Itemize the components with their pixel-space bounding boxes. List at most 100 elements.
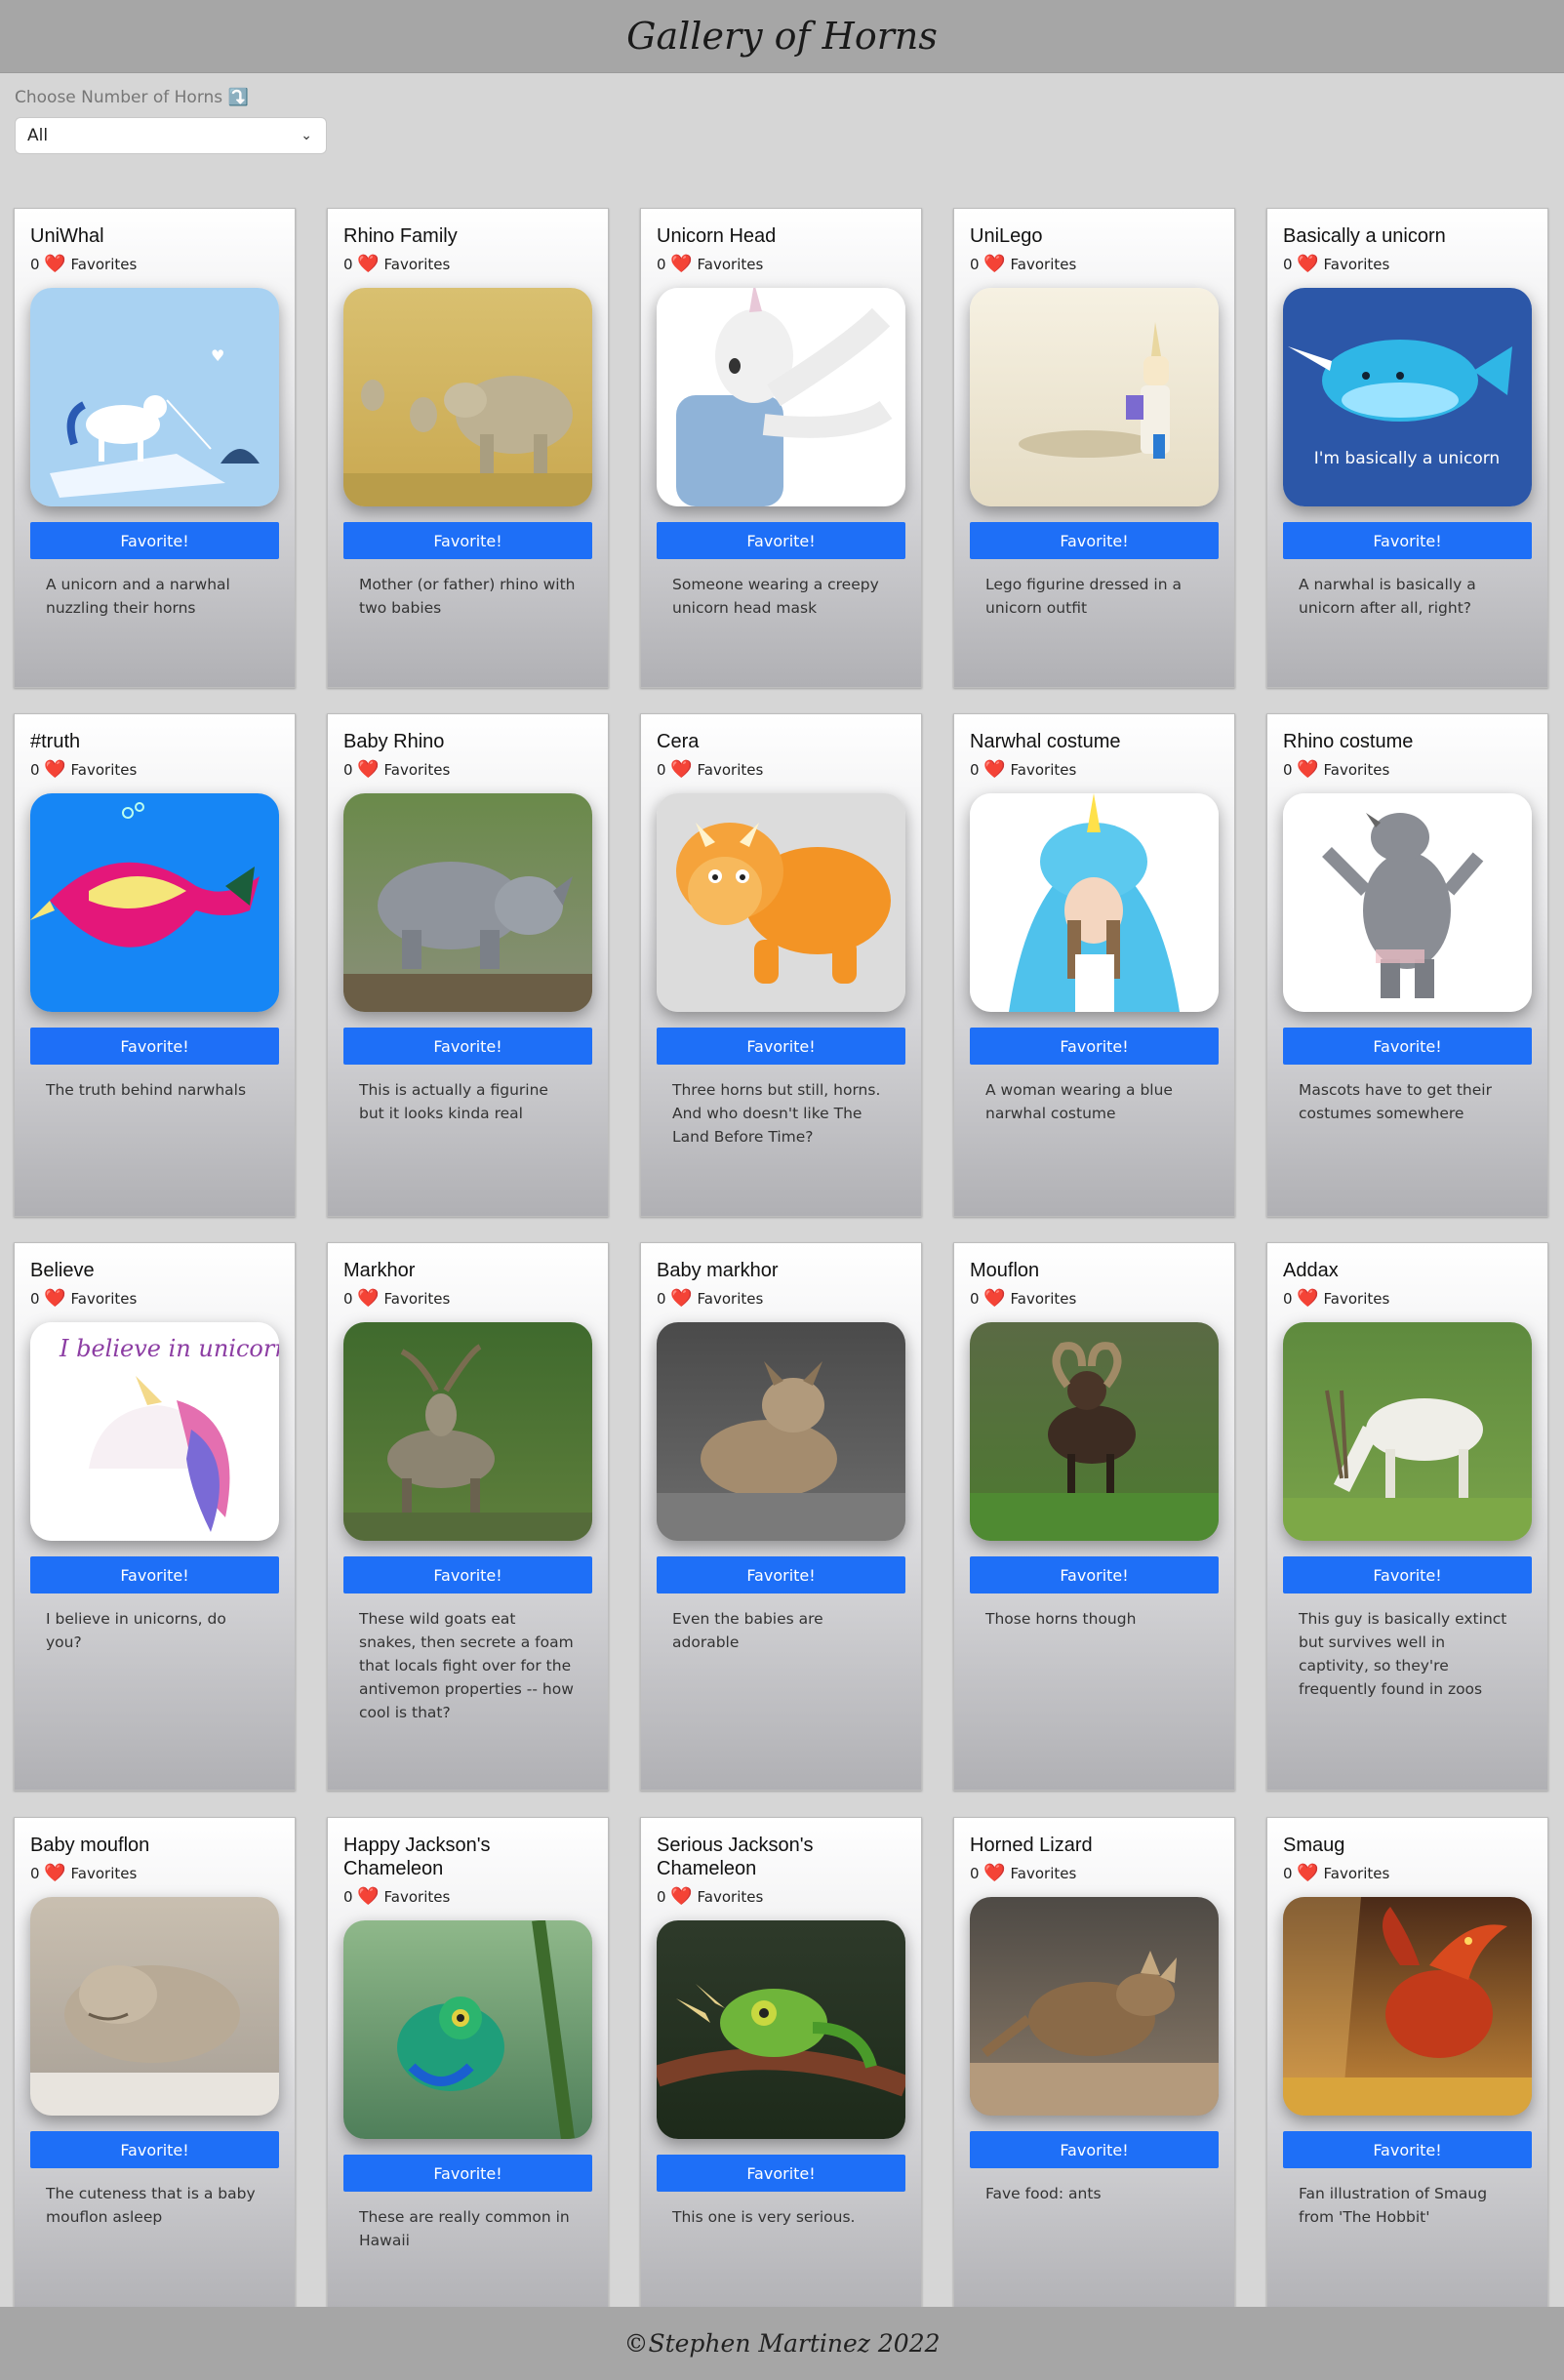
horn-image[interactable]: [343, 1322, 592, 1541]
favorite-number: 0: [970, 1865, 980, 1882]
horn-image[interactable]: ♥: [30, 288, 279, 506]
horn-card: Baby markhor 0 ❤️ Favorites Favorite! Ev…: [640, 1242, 922, 1791]
favorites-label: Favorites: [697, 1290, 764, 1308]
horn-card: #truth 0 ❤️ Favorites Favorite! The trut…: [14, 713, 296, 1217]
page-title: Gallery of Horns: [626, 15, 938, 58]
favorites-label: Favorites: [697, 1888, 764, 1906]
heart-icon: ❤️: [44, 1863, 66, 1883]
favorite-button[interactable]: Favorite!: [657, 1556, 905, 1593]
horn-card: Smaug 0 ❤️ Favorites Favorite! Fan illus…: [1266, 1817, 1548, 2320]
favorite-number: 0: [657, 1888, 666, 1906]
horn-image[interactable]: [970, 1897, 1219, 2116]
favorites-label: Favorites: [1010, 761, 1077, 779]
horn-image[interactable]: I believe in unicorns: [30, 1322, 279, 1541]
favorite-button[interactable]: Favorite!: [343, 522, 592, 559]
card-description: Fan illustration of Smaug from 'The Hobb…: [1299, 2185, 1488, 2226]
favorite-button[interactable]: Favorite!: [1283, 1556, 1532, 1593]
card-title: Unicorn Head: [657, 225, 777, 247]
favorite-button[interactable]: Favorite!: [343, 2155, 592, 2192]
favorite-button[interactable]: Favorite!: [657, 1028, 905, 1065]
horn-image[interactable]: [970, 793, 1219, 1012]
favorite-number: 0: [30, 1290, 40, 1308]
favorites-label: Favorites: [1323, 256, 1390, 273]
horn-image[interactable]: [1283, 793, 1532, 1012]
heart-icon: ❤️: [1297, 759, 1319, 780]
horn-image[interactable]: [970, 1322, 1219, 1541]
heart-icon: ❤️: [983, 1863, 1006, 1883]
horn-card: Baby Rhino 0 ❤️ Favorites Favorite! This…: [327, 713, 609, 1217]
horn-image[interactable]: [30, 793, 279, 1012]
favorites-label: Favorites: [383, 1888, 451, 1906]
heart-icon: ❤️: [357, 254, 380, 274]
horn-card: Rhino Family 0 ❤️ Favorites Favorite! Mo…: [327, 208, 609, 688]
favorite-button[interactable]: Favorite!: [30, 1556, 279, 1593]
card-description: Someone wearing a creepy unicorn head ma…: [672, 576, 879, 617]
favorite-button[interactable]: Favorite!: [343, 1556, 592, 1593]
favorite-number: 0: [343, 256, 353, 273]
card-description: A woman wearing a blue narwhal costume: [985, 1081, 1173, 1122]
heart-icon: ❤️: [44, 254, 66, 274]
horn-image[interactable]: [30, 1897, 279, 2116]
favorite-button[interactable]: Favorite!: [970, 1028, 1219, 1065]
favorites-label: Favorites: [70, 761, 138, 779]
favorites-count: 0 ❤️ Favorites: [1283, 1863, 1532, 1883]
art-text: I'm basically a unicorn: [1314, 449, 1500, 468]
favorite-number: 0: [343, 1888, 353, 1906]
horn-image[interactable]: [343, 288, 592, 506]
card-title: UniLego: [970, 225, 1043, 247]
favorite-button[interactable]: Favorite!: [657, 522, 905, 559]
favorites-label: Favorites: [70, 1865, 138, 1882]
horn-card: Markhor 0 ❤️ Favorites Favorite! These w…: [327, 1242, 609, 1791]
favorite-button[interactable]: Favorite!: [30, 2131, 279, 2168]
favorite-button[interactable]: Favorite!: [30, 522, 279, 559]
horn-image[interactable]: [657, 288, 905, 506]
favorite-number: 0: [30, 1865, 40, 1882]
favorite-button[interactable]: Favorite!: [657, 2155, 905, 2192]
favorites-label: Favorites: [383, 761, 451, 779]
horn-image[interactable]: [343, 793, 592, 1012]
favorite-button[interactable]: Favorite!: [30, 1028, 279, 1065]
horn-image[interactable]: I'm basically a unicorn: [1283, 288, 1532, 506]
card-description: Three horns but still, horns. And who do…: [672, 1081, 881, 1146]
horn-image[interactable]: [343, 1920, 592, 2139]
favorites-count: 0 ❤️ Favorites: [657, 759, 905, 780]
horn-image[interactable]: [970, 288, 1219, 506]
card-description: Fave food: ants: [985, 2185, 1102, 2202]
favorite-number: 0: [343, 1290, 353, 1308]
favorite-button[interactable]: Favorite!: [970, 2131, 1219, 2168]
card-description: Mascots have to get their costumes somew…: [1299, 1081, 1492, 1122]
card-description: This guy is basically extinct but surviv…: [1299, 1610, 1507, 1698]
card-title: Basically a unicorn: [1283, 225, 1446, 247]
favorite-number: 0: [1283, 256, 1293, 273]
card-description: This is actually a figurine but it looks…: [359, 1081, 548, 1122]
filter-label: Choose Number of Horns ⤵️: [15, 88, 249, 107]
favorites-count: 0 ❤️ Favorites: [30, 254, 279, 274]
favorite-button[interactable]: Favorite!: [970, 522, 1219, 559]
favorites-label: Favorites: [1010, 1865, 1077, 1882]
horn-image[interactable]: [1283, 1897, 1532, 2116]
favorite-button[interactable]: Favorite!: [343, 1028, 592, 1065]
favorite-number: 0: [30, 256, 40, 273]
heart-icon: ❤️: [357, 759, 380, 780]
horn-image[interactable]: [1283, 1322, 1532, 1541]
card-description: The truth behind narwhals: [46, 1081, 247, 1099]
card-description: I believe in unicorns, do you?: [46, 1610, 226, 1651]
favorite-button[interactable]: Favorite!: [1283, 522, 1532, 559]
favorite-button[interactable]: Favorite!: [1283, 2131, 1532, 2168]
favorites-label: Favorites: [1010, 1290, 1077, 1308]
card-title: Baby mouflon: [30, 1835, 150, 1856]
svg-text:♥: ♥: [211, 346, 224, 365]
horn-card: Baby mouflon 0 ❤️ Favorites Favorite! Th…: [14, 1817, 296, 2320]
card-description: A narwhal is basically a unicorn after a…: [1299, 576, 1476, 617]
horn-card: Rhino costume 0 ❤️ Favorites Favorite! M…: [1266, 713, 1548, 1217]
favorite-button[interactable]: Favorite!: [970, 1556, 1219, 1593]
horn-image[interactable]: [657, 1322, 905, 1541]
horn-image[interactable]: [657, 793, 905, 1012]
favorite-button[interactable]: Favorite!: [1283, 1028, 1532, 1065]
card-title: #truth: [30, 731, 81, 752]
horn-count-select[interactable]: All ⌄: [15, 117, 327, 154]
favorite-number: 0: [1283, 761, 1293, 779]
site-header: Gallery of Horns: [0, 0, 1564, 73]
horn-image[interactable]: [657, 1920, 905, 2139]
heart-icon: ❤️: [670, 254, 693, 274]
